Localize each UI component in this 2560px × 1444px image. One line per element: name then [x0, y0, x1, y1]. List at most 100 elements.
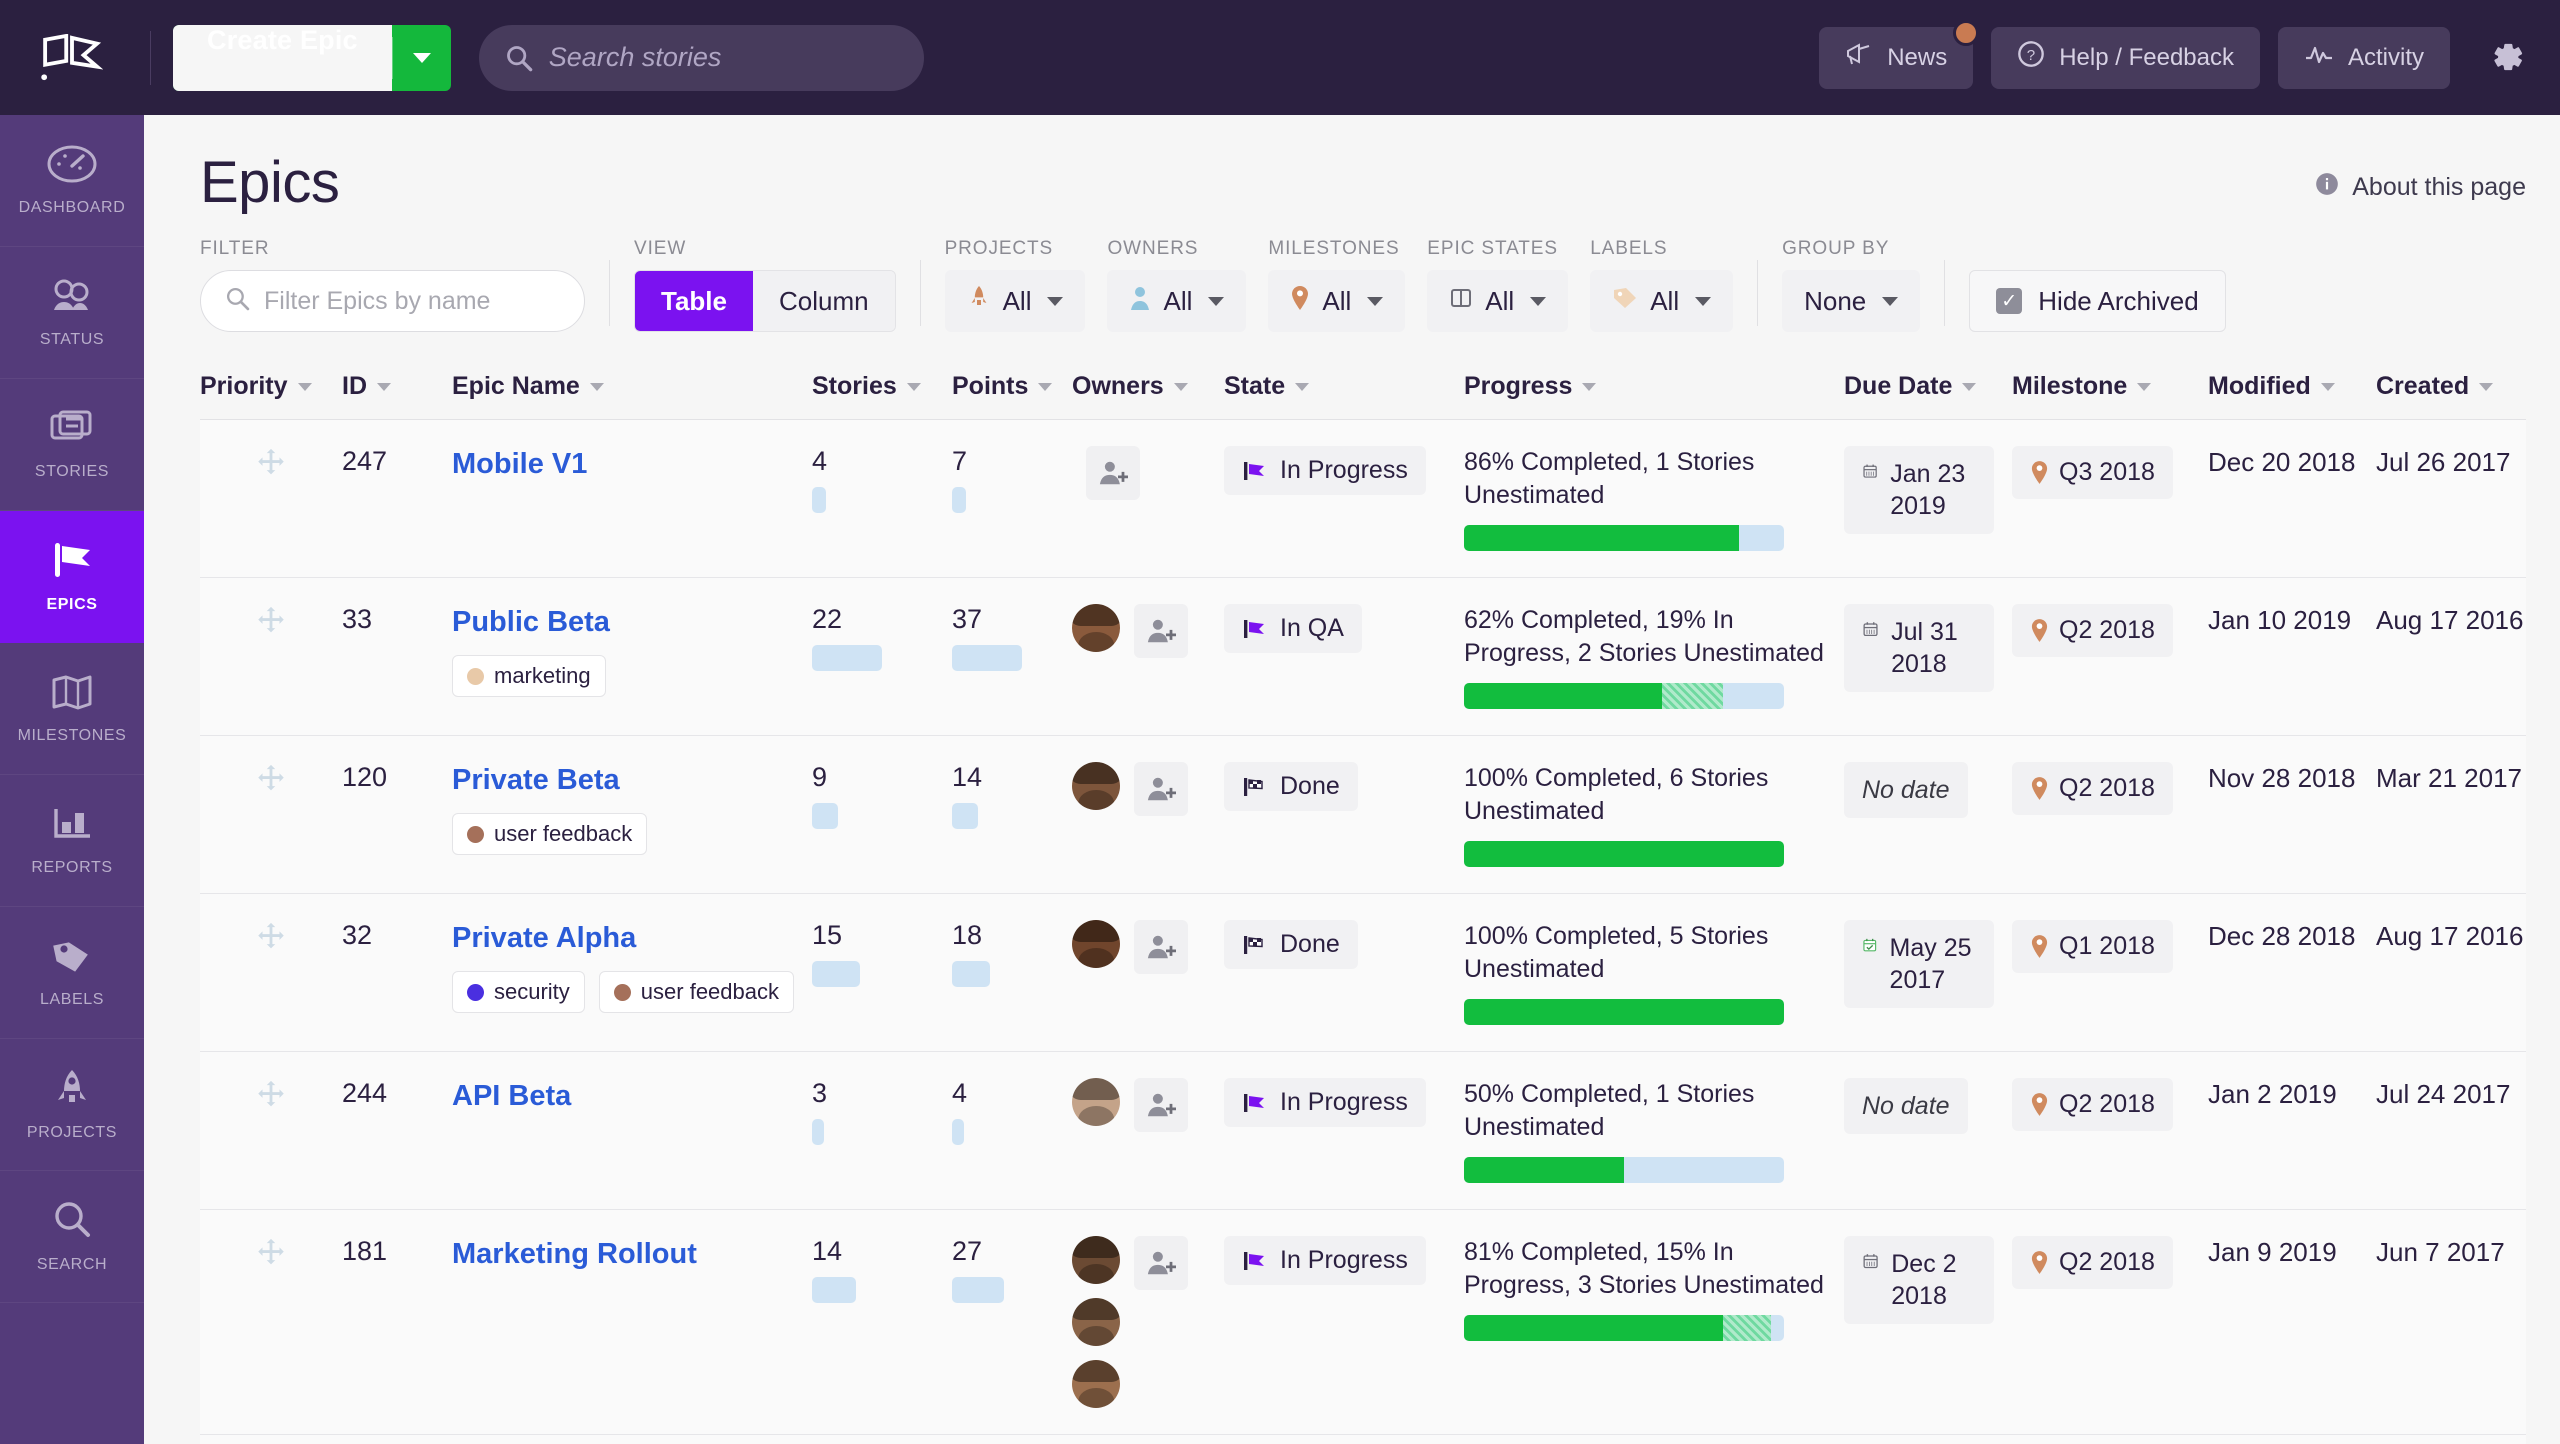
priority-cell[interactable]	[200, 1434, 342, 1444]
owners-filter-dropdown[interactable]: All	[1107, 270, 1247, 332]
table-row[interactable]: 15 MVP 23 29 Done 100% Completed, 8 Stor…	[200, 1434, 2526, 1444]
labels-filter-dropdown[interactable]: All	[1590, 270, 1734, 332]
epic-label[interactable]: user feedback	[598, 971, 794, 1014]
app-logo[interactable]	[0, 33, 144, 82]
milestone-chip[interactable]: Q2 2018	[2012, 1078, 2173, 1131]
due-date-chip[interactable]: May 25 2017	[1844, 920, 1994, 1008]
due-date-chip[interactable]: Jan 23 2019	[1844, 446, 1994, 534]
add-owner-button[interactable]	[1134, 920, 1188, 974]
add-owner-button[interactable]	[1134, 1236, 1188, 1290]
table-row[interactable]: 181 Marketing Rollout 14 27 In Progress …	[200, 1209, 2526, 1435]
row-drag-handle[interactable]	[254, 1080, 288, 1118]
help-feedback-button[interactable]: ? Help / Feedback	[1991, 26, 2260, 89]
epic-name-link[interactable]: Marketing Rollout	[452, 1236, 812, 1273]
priority-cell[interactable]	[200, 1051, 342, 1210]
due-date-chip[interactable]: Dec 2 2018	[1844, 1236, 1994, 1324]
epic-name-link[interactable]: Private Alpha	[452, 920, 812, 957]
column-header-id[interactable]: ID	[342, 358, 452, 420]
sidebar-item-epics[interactable]: EPICS	[0, 511, 144, 643]
milestone-chip[interactable]: Q2 2018	[2012, 762, 2173, 815]
state-chip[interactable]: In Progress	[1224, 446, 1426, 495]
search-input[interactable]	[548, 42, 898, 73]
column-header-due-date[interactable]: Due Date	[1844, 358, 2012, 420]
milestone-chip[interactable]: Q1 2018	[2012, 920, 2173, 973]
column-header-progress[interactable]: Progress	[1464, 358, 1844, 420]
avatar[interactable]	[1072, 604, 1120, 652]
view-option-column[interactable]: Column	[752, 271, 895, 331]
priority-cell[interactable]	[200, 577, 342, 736]
epic-label[interactable]: marketing	[452, 655, 606, 698]
view-option-table[interactable]: Table	[635, 271, 753, 331]
sidebar-item-projects[interactable]: PROJECTS	[0, 1039, 144, 1171]
epic-name-link[interactable]: Private Beta	[452, 762, 812, 799]
column-header-stories[interactable]: Stories	[812, 358, 952, 420]
epic-states-filter-dropdown[interactable]: All	[1427, 270, 1569, 332]
milestone-chip[interactable]: Q2 2018	[2012, 604, 2173, 657]
hide-archived-toggle[interactable]: ✓ Hide Archived	[1969, 270, 2226, 332]
avatar[interactable]	[1072, 1298, 1120, 1346]
table-row[interactable]: 120 Private Beta user feedback 9 14 Done…	[200, 735, 2526, 894]
create-epic-button[interactable]: Create Epic	[173, 24, 392, 91]
table-row[interactable]: 244 API Beta 3 4 In Progress 50% Complet…	[200, 1051, 2526, 1210]
state-chip[interactable]: In Progress	[1224, 1078, 1426, 1127]
row-drag-handle[interactable]	[254, 1238, 288, 1276]
row-drag-handle[interactable]	[254, 922, 288, 960]
priority-cell[interactable]	[200, 1209, 342, 1435]
sidebar-item-labels[interactable]: LABELS	[0, 907, 144, 1039]
add-owner-button[interactable]	[1086, 446, 1140, 500]
column-header-points[interactable]: Points	[952, 358, 1072, 420]
global-search[interactable]	[478, 24, 924, 91]
state-chip[interactable]: In Progress	[1224, 1236, 1426, 1285]
add-owner-button[interactable]	[1134, 604, 1188, 658]
avatar[interactable]	[1072, 762, 1120, 810]
projects-filter-dropdown[interactable]: All	[944, 270, 1086, 332]
avatar[interactable]	[1072, 1360, 1120, 1408]
epic-name-link[interactable]: Mobile V1	[452, 446, 812, 483]
column-header-owners[interactable]: Owners	[1072, 358, 1224, 420]
state-chip[interactable]: In QA	[1224, 604, 1362, 653]
filter-epics-input-wrap[interactable]	[200, 270, 585, 332]
state-chip[interactable]: Done	[1224, 920, 1358, 969]
epic-name-link[interactable]: API Beta	[452, 1078, 812, 1115]
about-this-page-link[interactable]: About this page	[2314, 171, 2526, 204]
create-epic-dropdown-button[interactable]	[393, 25, 451, 91]
column-header-milestone[interactable]: Milestone	[2012, 358, 2208, 420]
add-owner-button[interactable]	[1134, 1078, 1188, 1132]
row-drag-handle[interactable]	[254, 448, 288, 486]
sidebar-item-stories[interactable]: STORIES	[0, 379, 144, 511]
milestone-chip[interactable]: Q3 2018	[2012, 446, 2173, 499]
settings-button[interactable]	[2484, 37, 2526, 79]
epic-name-link[interactable]: Public Beta	[452, 604, 812, 641]
epic-label[interactable]: user feedback	[452, 813, 648, 856]
column-header-epic-name[interactable]: Epic Name	[452, 358, 812, 420]
column-header-priority[interactable]: Priority	[200, 358, 342, 420]
activity-button[interactable]: Activity	[2277, 26, 2450, 89]
table-row[interactable]: 247 Mobile V1 4 7 In Progress 86% Comple…	[200, 419, 2526, 578]
priority-cell[interactable]	[200, 893, 342, 1052]
milestone-chip[interactable]: Q2 2018	[2012, 1236, 2173, 1289]
sidebar-item-milestones[interactable]: MILESTONES	[0, 643, 144, 775]
priority-cell[interactable]	[200, 419, 342, 578]
table-row[interactable]: 33 Public Beta marketing 22 37 In QA 62%…	[200, 577, 2526, 736]
due-date-chip[interactable]: No date	[1844, 1078, 1968, 1134]
table-row[interactable]: 32 Private Alpha security user feedback 1…	[200, 893, 2526, 1052]
sidebar-item-reports[interactable]: REPORTS	[0, 775, 144, 907]
avatar[interactable]	[1072, 1236, 1120, 1284]
filter-epics-input[interactable]	[264, 286, 560, 316]
sidebar-item-dashboard[interactable]: DASHBOARD	[0, 115, 144, 247]
row-drag-handle[interactable]	[254, 764, 288, 802]
due-date-chip[interactable]: No date	[1844, 762, 1968, 818]
sidebar-item-search[interactable]: SEARCH	[0, 1171, 144, 1303]
epic-label[interactable]: security	[452, 971, 585, 1014]
state-chip[interactable]: Done	[1224, 762, 1358, 811]
priority-cell[interactable]	[200, 735, 342, 894]
row-drag-handle[interactable]	[254, 606, 288, 644]
avatar[interactable]	[1072, 920, 1120, 968]
news-button[interactable]: News	[1819, 19, 1980, 89]
sidebar-item-status[interactable]: STATUS	[0, 247, 144, 379]
column-header-state[interactable]: State	[1224, 358, 1464, 420]
column-header-created[interactable]: Created	[2376, 358, 2526, 420]
due-date-chip[interactable]: Jul 31 2018	[1844, 604, 1994, 692]
column-header-modified[interactable]: Modified	[2208, 358, 2376, 420]
milestones-filter-dropdown[interactable]: All	[1268, 270, 1406, 332]
